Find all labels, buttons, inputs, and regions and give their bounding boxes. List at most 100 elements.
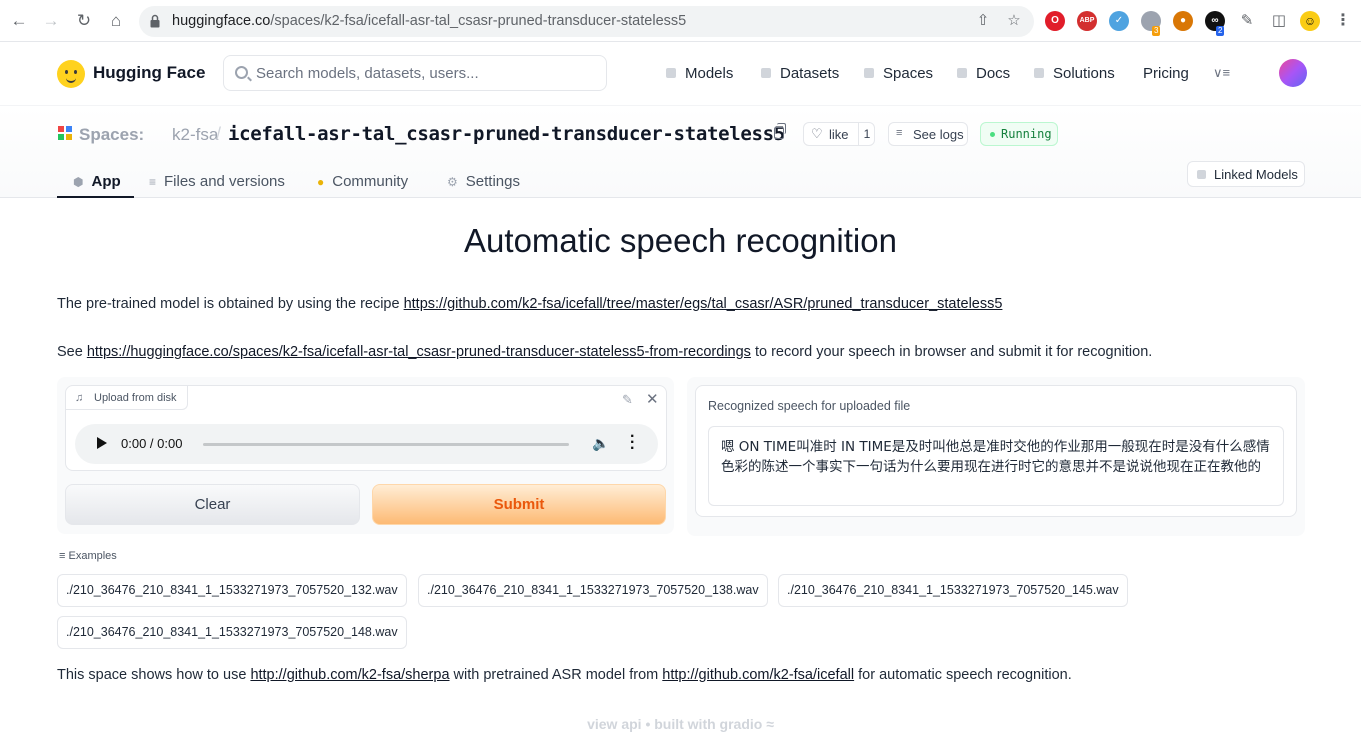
- search-placeholder: Search models, datasets, users...: [256, 65, 479, 82]
- back-arrow-icon[interactable]: ←: [9, 11, 29, 31]
- linked-models-label: Linked Models: [1214, 167, 1298, 182]
- status-dot-icon: [990, 132, 995, 137]
- adblock-extension-icon[interactable]: ABP: [1077, 11, 1097, 31]
- upload-label: ♫ Upload from disk: [66, 386, 188, 410]
- app-cube-icon: ⬢: [73, 175, 84, 189]
- sherpa-link[interactable]: http://github.com/k2-fsa/sherpa: [250, 667, 449, 683]
- cookie-extension-icon[interactable]: ●: [1173, 11, 1193, 31]
- recognized-text[interactable]: 嗯 ON TIME叫准时 IN TIME是及时叫他总是准时交他的作业那用一般现在…: [708, 426, 1284, 506]
- nav-pricing[interactable]: Pricing: [1143, 65, 1189, 82]
- puzzle-icon[interactable]: ✎: [1237, 11, 1257, 31]
- more-menu-icon[interactable]: ∨≡: [1213, 65, 1230, 81]
- copy-icon[interactable]: [774, 123, 786, 139]
- extension-badge: 3: [1152, 26, 1161, 36]
- tab-files-and-versions[interactable]: ≡ Files and versions: [149, 164, 285, 198]
- built-with-gradio-link[interactable]: built with gradio: [654, 716, 762, 732]
- space-name[interactable]: icefall-asr-tal_csasr-pruned-transducer-…: [228, 123, 785, 145]
- logs-icon: ≡: [896, 127, 903, 139]
- files-icon: ≡: [149, 175, 157, 189]
- view-api-link[interactable]: view api: [587, 716, 641, 732]
- opera-extension-icon[interactable]: O: [1045, 11, 1065, 31]
- input-panel: ♫ Upload from disk ✎ ✕ 0:00 / 0:00 🔈 · · · …: [57, 377, 674, 534]
- tab-settings[interactable]: ⚙ Settings: [447, 164, 520, 198]
- audio-player: 0:00 / 0:00 🔈 · · ·: [75, 424, 658, 464]
- grid-icon: [864, 68, 874, 78]
- icefall-link[interactable]: http://github.com/k2-fsa/icefall: [662, 667, 854, 683]
- search-input[interactable]: Search models, datasets, users...: [223, 55, 607, 91]
- footer-paragraph: This space shows how to use http://githu…: [57, 667, 1072, 683]
- sidebar-icon[interactable]: ◫: [1269, 11, 1289, 31]
- output-box: Recognized speech for uploaded file 嗯 ON…: [695, 385, 1297, 517]
- heart-icon: ♡: [811, 126, 823, 141]
- player-more-icon[interactable]: · · ·: [630, 429, 635, 457]
- nav-docs[interactable]: Docs: [957, 65, 1010, 82]
- spaces-icon: [58, 126, 73, 141]
- see-logs-label: See logs: [913, 127, 964, 142]
- audio-upload[interactable]: ♫ Upload from disk ✎ ✕ 0:00 / 0:00 🔈 · · ·: [65, 385, 667, 471]
- bolt-extension-icon[interactable]: ✓: [1109, 11, 1129, 31]
- example-item[interactable]: ./210_36476_210_8341_1_1533271973_705752…: [778, 574, 1128, 607]
- gradio-logo-icon: ≈: [766, 716, 774, 732]
- forward-arrow-icon[interactable]: →: [41, 11, 61, 31]
- linked-cube-icon: [1197, 170, 1206, 179]
- lock-icon: [150, 14, 160, 28]
- home-icon[interactable]: ⌂: [106, 11, 126, 31]
- footer-dot: •: [645, 716, 651, 732]
- search-icon: [235, 66, 248, 79]
- profile-emoji-icon[interactable]: ☺: [1300, 11, 1320, 31]
- tab-app[interactable]: ⬢ App: [57, 164, 134, 198]
- database-icon: [761, 68, 771, 78]
- nav-spaces[interactable]: Spaces: [864, 65, 933, 82]
- brand-name[interactable]: Hugging Face: [93, 63, 205, 83]
- submit-button[interactable]: Submit: [372, 484, 666, 525]
- hugging-face-logo[interactable]: [57, 60, 85, 88]
- gear-icon: ⚙: [447, 175, 458, 189]
- linked-models-button[interactable]: Linked Models: [1187, 161, 1305, 187]
- browser-toolbar: ← → ↻ ⌂ huggingface.co/spaces/k2-fsa/ice…: [0, 0, 1361, 42]
- user-avatar[interactable]: [1279, 59, 1307, 87]
- output-panel: Recognized speech for uploaded file 嗯 ON…: [687, 377, 1305, 536]
- space-owner[interactable]: k2-fsa: [172, 125, 218, 145]
- edit-icon[interactable]: ✎: [622, 392, 633, 408]
- spaces-label[interactable]: Spaces:: [79, 125, 144, 145]
- close-icon[interactable]: ✕: [646, 390, 659, 408]
- nav-datasets[interactable]: Datasets: [761, 65, 839, 82]
- cube-icon: [666, 68, 676, 78]
- briefcase-icon: [1034, 68, 1044, 78]
- space-header: Spaces: k2-fsa / icefall-asr-tal_csasr-p…: [0, 106, 1361, 198]
- recordings-link[interactable]: https://huggingface.co/spaces/k2-fsa/ice…: [87, 344, 751, 360]
- like-button[interactable]: ♡ like 1: [803, 122, 875, 146]
- examples-label: ≡ Examples: [59, 550, 117, 562]
- page-title: Automatic speech recognition: [464, 222, 897, 259]
- nav-solutions[interactable]: Solutions: [1034, 65, 1115, 82]
- url-text: huggingface.co/spaces/k2-fsa/icefall-asr…: [172, 13, 687, 29]
- address-bar[interactable]: huggingface.co/spaces/k2-fsa/icefall-asr…: [139, 6, 1034, 37]
- play-icon[interactable]: [97, 437, 107, 449]
- recipe-link[interactable]: https://github.com/k2-fsa/icefall/tree/m…: [404, 296, 1003, 312]
- book-icon: [957, 68, 967, 78]
- bookmark-star-icon[interactable]: ☆: [1006, 13, 1022, 29]
- player-time: 0:00 / 0:00: [121, 436, 183, 451]
- nav-models[interactable]: Models: [666, 65, 733, 82]
- seek-bar[interactable]: [203, 443, 569, 446]
- volume-icon[interactable]: 🔈: [592, 435, 609, 452]
- list-icon: ≡: [59, 550, 66, 562]
- see-logs-button[interactable]: ≡ See logs: [888, 122, 968, 146]
- music-note-icon: ♫: [75, 392, 84, 404]
- recipe-paragraph: The pre-trained model is obtained by usi…: [57, 296, 1003, 312]
- example-item[interactable]: ./210_36476_210_8341_1_1533271973_705752…: [57, 616, 407, 649]
- site-header: Hugging Face Search models, datasets, us…: [0, 42, 1361, 106]
- tab-community[interactable]: ● Community: [317, 164, 408, 198]
- extension-badge: 2: [1216, 26, 1225, 36]
- share-icon[interactable]: ⇧: [975, 13, 991, 29]
- status-badge: Running: [980, 122, 1058, 146]
- example-item[interactable]: ./210_36476_210_8341_1_1533271973_705752…: [57, 574, 407, 607]
- reload-icon[interactable]: ↻: [74, 11, 94, 31]
- path-separator: /: [216, 124, 222, 144]
- gradio-footer: view api • built with gradio ≈: [0, 716, 1361, 732]
- example-item[interactable]: ./210_36476_210_8341_1_1533271973_705752…: [418, 574, 768, 607]
- clear-button[interactable]: Clear: [65, 484, 360, 525]
- output-label: Recognized speech for uploaded file: [708, 399, 911, 413]
- like-count: 1: [858, 123, 875, 145]
- menu-kebab-icon[interactable]: ⋮: [1333, 11, 1353, 31]
